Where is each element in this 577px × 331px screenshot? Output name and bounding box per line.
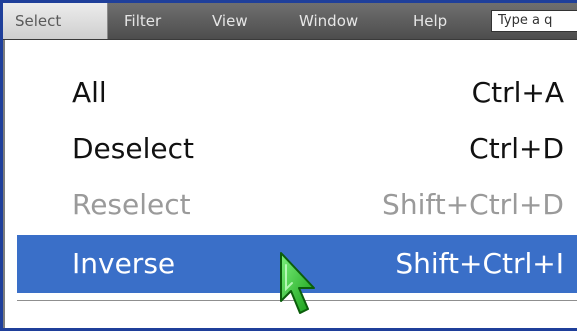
menu-select[interactable]: Select (3, 3, 108, 39)
menu-item-all[interactable]: All Ctrl+A (17, 65, 577, 121)
menu-item-inverse-shortcut: Shift+Ctrl+I (395, 247, 564, 280)
arrow-pointer-icon (280, 252, 315, 314)
menu-select-label: Select (15, 12, 62, 30)
menu-item-deselect-label: Deselect (72, 132, 194, 165)
menu-item-all-label: All (72, 76, 107, 109)
menu-item-reselect-shortcut: Shift+Ctrl+D (382, 188, 564, 221)
menu-help-label: Help (413, 12, 448, 30)
menu-window-label: Window (299, 12, 359, 30)
help-search-input[interactable]: Type a q (491, 10, 577, 32)
menu-bar: Select Filter View Window Help Type a q (3, 3, 577, 40)
screenshot-frame: Select Filter View Window Help Type a q … (0, 0, 577, 331)
menu-view[interactable]: View (212, 3, 248, 39)
menu-filter[interactable]: Filter (124, 3, 161, 39)
menu-item-deselect[interactable]: Deselect Ctrl+D (17, 121, 577, 177)
menu-view-label: View (212, 12, 248, 30)
menu-window[interactable]: Window (299, 3, 358, 39)
menu-item-reselect: Reselect Shift+Ctrl+D (17, 177, 577, 233)
menu-item-inverse-label: Inverse (72, 247, 176, 280)
menu-help[interactable]: Help (413, 3, 447, 39)
menu-item-reselect-label: Reselect (72, 188, 191, 221)
menu-item-all-shortcut: Ctrl+A (471, 76, 564, 109)
menu-filter-label: Filter (124, 12, 162, 30)
menu-item-deselect-shortcut: Ctrl+D (469, 132, 564, 165)
